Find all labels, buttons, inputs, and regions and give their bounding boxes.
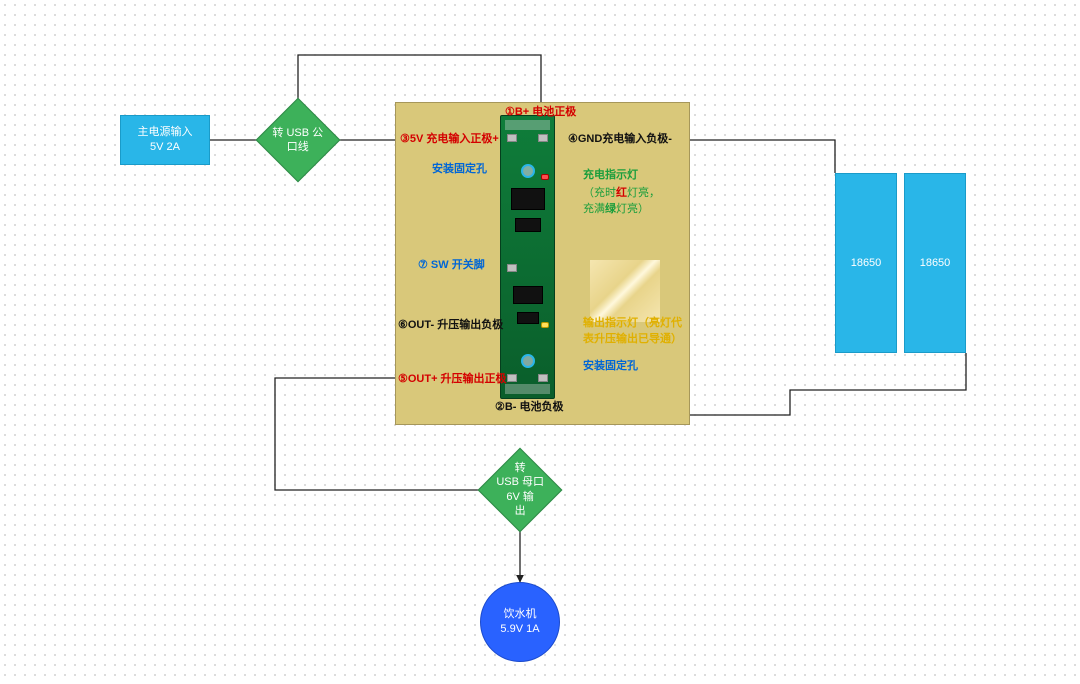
ribbon-cable [590, 260, 660, 322]
usb-f-l2: USB 母口 [496, 476, 544, 490]
label-bminus: ②B- 电池负极 [495, 400, 564, 414]
pcb-board[interactable] [500, 115, 555, 399]
label-outplus: ⑤OUT+ 升压输出正极 [398, 372, 507, 386]
disp-l2: 5.9V 1A [500, 622, 539, 637]
mount-hole-top [521, 164, 535, 178]
label-mhole-top: 安装固定孔 [432, 162, 487, 176]
chg-note-p2: 灯亮， [627, 187, 660, 199]
label-sw: ⑦ SW 开关脚 [418, 258, 485, 272]
bat1-label: 18650 [851, 256, 882, 271]
bat2-label: 18650 [920, 256, 951, 271]
label-bplus: ①B+ 电池正极 [505, 105, 576, 119]
usb-f-l4: 出 [496, 504, 544, 518]
out-led-l1: 输出指示灯（亮灯代 [583, 316, 682, 332]
chg-note-red: 红 [616, 187, 627, 199]
label-charge-led: 充电指示灯 [583, 168, 638, 182]
usb-f-l1: 转 [496, 461, 544, 475]
chg-note-p4: 灯亮） [616, 203, 649, 215]
usb-male-label: 转 USB 公口线 [269, 126, 327, 155]
chg-note-p3: 充满 [583, 203, 605, 215]
label-gnd: ④GND充电输入负极- [568, 132, 672, 146]
label-vin: ③5V 充电输入正极+ [400, 132, 499, 146]
chg-note-p1: （充时 [583, 187, 616, 199]
power-line1: 主电源输入 [138, 125, 193, 140]
label-mhole-bot: 安装固定孔 [583, 359, 638, 373]
out-led-l2: 表升压输出已导通） [583, 332, 682, 348]
label-output-led: 输出指示灯（亮灯代 表升压输出已导通） [583, 316, 682, 348]
mount-hole-bottom [521, 354, 535, 368]
node-power-input[interactable]: 主电源输入 5V 2A [120, 115, 210, 165]
charge-led [541, 174, 549, 180]
disp-l1: 饮水机 [500, 607, 539, 622]
node-dispenser[interactable]: 饮水机 5.9V 1A [480, 582, 560, 662]
usb-f-l3: 6V 输 [496, 490, 544, 504]
node-battery-2[interactable]: 18650 [904, 173, 966, 353]
power-line2: 5V 2A [138, 140, 193, 155]
chg-note-green: 绿 [605, 203, 616, 215]
output-led [541, 322, 549, 328]
node-battery-1[interactable]: 18650 [835, 173, 897, 353]
label-charge-led-note: （充时红灯亮， 充满绿灯亮） [583, 186, 660, 218]
label-outminus: ⑥OUT- 升压输出负极 [398, 318, 503, 332]
